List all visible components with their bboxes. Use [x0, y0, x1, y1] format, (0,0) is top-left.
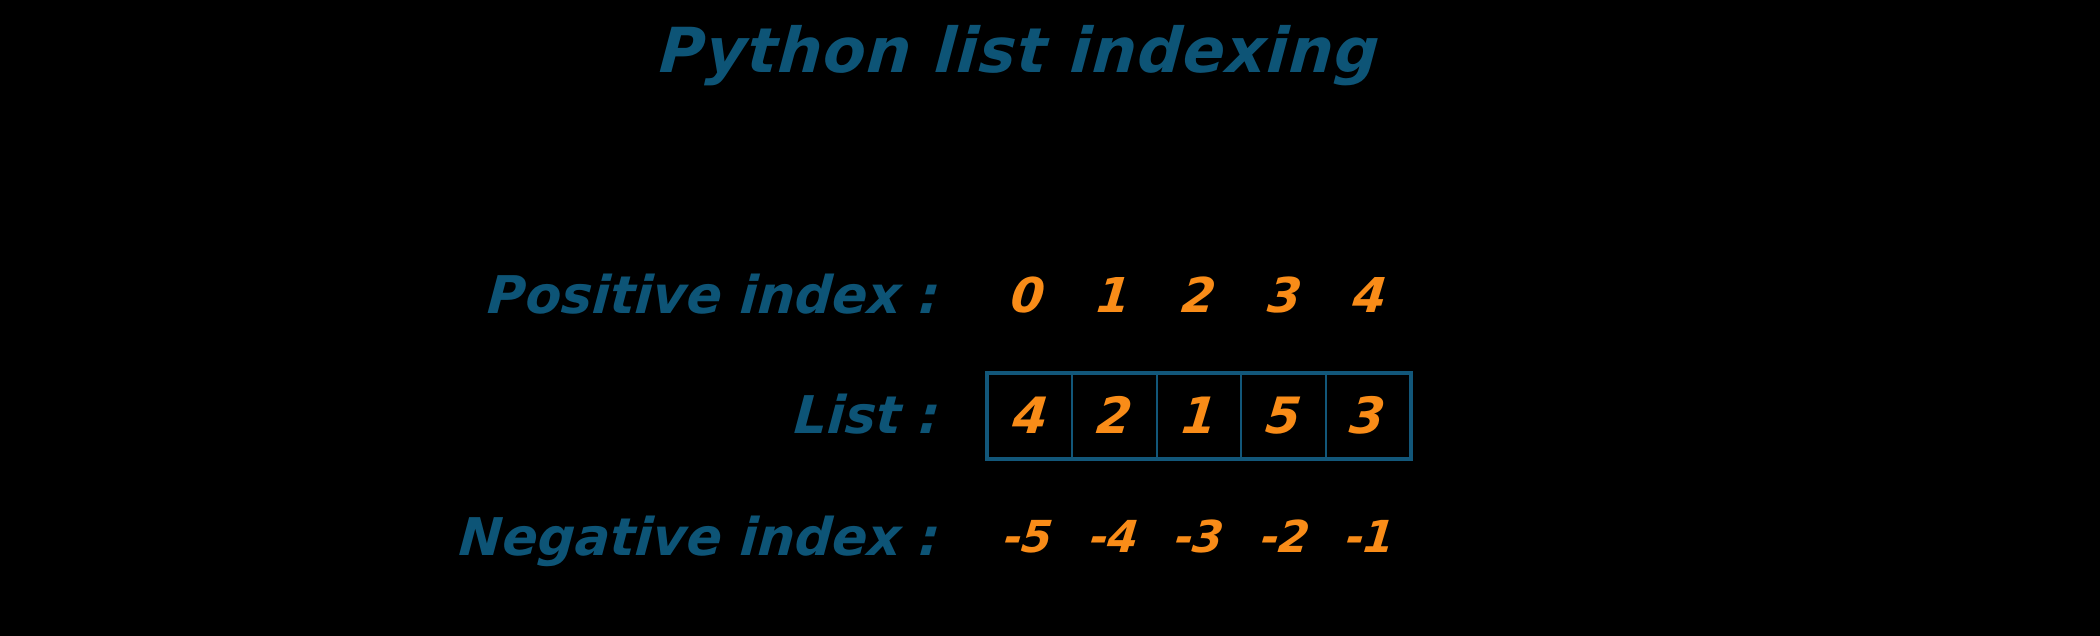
list-cell: 2: [1073, 375, 1158, 457]
negative-index-value: -1: [1344, 512, 1397, 563]
list-cell-value: 1: [1178, 387, 1220, 445]
page-title: Python list indexing: [657, 14, 1383, 87]
positive-index-label: Positive index :: [485, 266, 943, 326]
diagram-canvas: Python list indexing Positive index : 0 …: [0, 0, 2100, 636]
positive-index-value: 1: [1093, 268, 1134, 324]
list-cell-value: 2: [1094, 387, 1136, 445]
list-cell: 4: [989, 375, 1074, 457]
negative-index-value: -2: [1258, 512, 1311, 563]
list-box: 4 2 1 5 3: [985, 371, 1413, 461]
positive-index-row: Positive index : 0 1 2 3 4: [0, 250, 2100, 342]
list-cell-value: 4: [1009, 387, 1051, 445]
list-row: List : 4 2 1 5 3: [0, 370, 2100, 462]
positive-index-value: 0: [1008, 268, 1048, 324]
list-cell-value: 5: [1262, 387, 1304, 445]
positive-index-values: 0 1 2 3 4: [985, 268, 1413, 324]
list-cell-value: 3: [1347, 387, 1389, 445]
list-indexing-diagram: Positive index : 0 1 2 3 4 List : 4 2 1 …: [0, 250, 2100, 610]
positive-index-value: 4: [1350, 268, 1390, 324]
negative-index-values: -5 -4 -3 -2 -1: [985, 512, 1413, 563]
list-cell: 5: [1242, 375, 1327, 457]
list-cell: 1: [1158, 375, 1243, 457]
negative-index-value: -4: [1087, 512, 1140, 563]
positive-index-value: 2: [1179, 268, 1219, 324]
negative-index-value: -3: [1172, 512, 1226, 563]
negative-index-label: Negative index :: [457, 508, 943, 568]
negative-index-value: -5: [1001, 512, 1054, 563]
list-label: List :: [792, 386, 943, 446]
list-cell: 3: [1327, 375, 1409, 457]
negative-index-row: Negative index : -5 -4 -3 -2 -1: [0, 492, 2100, 584]
positive-index-value: 3: [1264, 268, 1305, 324]
